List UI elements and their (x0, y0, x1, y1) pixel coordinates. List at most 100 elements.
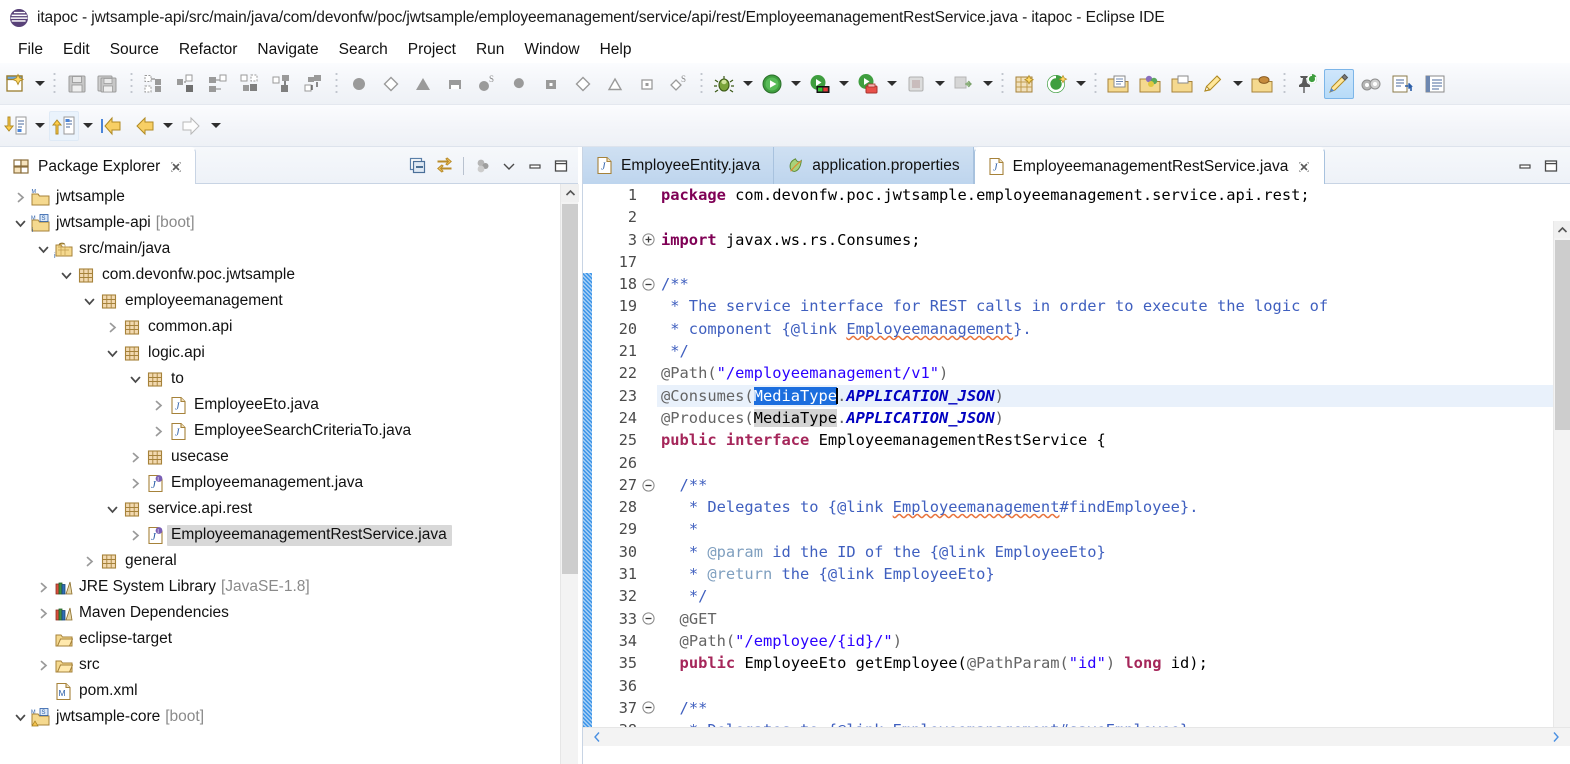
next-annotation-button[interactable] (1388, 69, 1418, 99)
chevron-up-icon[interactable] (561, 184, 579, 202)
debug-button[interactable] (709, 69, 739, 99)
fold-collapse-icon[interactable] (639, 697, 657, 719)
stop-dropdown[interactable] (932, 69, 948, 99)
chevron-right-icon[interactable] (35, 605, 51, 621)
skip-breakpoints-dropdown[interactable] (980, 69, 996, 99)
code-line[interactable]: * The service interface for REST calls i… (657, 295, 1553, 317)
tree-item-logic-api[interactable]: logic.api (0, 340, 560, 366)
minimize-icon[interactable] (522, 153, 548, 179)
forward-button[interactable] (177, 111, 207, 141)
minimize-icon[interactable] (1512, 153, 1538, 179)
editor-tab-application-properties[interactable]: application.properties (774, 147, 973, 184)
search-settings-button[interactable] (1356, 69, 1386, 99)
chevron-right-icon[interactable] (150, 423, 166, 439)
maximize-icon[interactable] (1538, 153, 1564, 179)
tree-item-maven-dependencies[interactable]: Maven Dependencies (0, 600, 560, 626)
code-line[interactable]: @Path("/employeemanagement/v1") (657, 362, 1553, 384)
menu-source[interactable]: Source (100, 39, 169, 61)
stop-button[interactable] (901, 69, 931, 99)
shape-circle-button[interactable] (344, 69, 374, 99)
menu-window[interactable]: Window (514, 39, 589, 61)
code-line[interactable]: /** (657, 273, 1553, 295)
chevron-down-icon[interactable] (12, 215, 28, 231)
shape-square-dot-button[interactable] (536, 69, 566, 99)
coverage-dropdown[interactable] (836, 69, 852, 99)
chevron-right-icon[interactable] (150, 397, 166, 413)
code-line[interactable]: */ (657, 585, 1553, 607)
back-button[interactable] (129, 111, 159, 141)
tree-item-usecase[interactable]: usecase (0, 444, 560, 470)
previous-edit-button[interactable] (1, 111, 31, 141)
tree-item-jwtsample-api[interactable]: M S ijwtsample-api[boot] (0, 210, 560, 236)
run-button[interactable] (757, 69, 787, 99)
chevron-right-icon[interactable] (35, 579, 51, 595)
focus-task-icon[interactable] (470, 153, 496, 179)
fold-collapse-icon[interactable] (639, 474, 657, 496)
save-button[interactable] (62, 69, 92, 99)
new-java-project-button[interactable] (1010, 69, 1040, 99)
chevron-down-icon[interactable] (104, 501, 120, 517)
tree-item-com-devonfw-poc-jwtsample[interactable]: com.devonfw.poc.jwtsample (0, 262, 560, 288)
outline-view-button[interactable] (1420, 69, 1450, 99)
distribute-nodes-button[interactable] (299, 69, 329, 99)
tree-item-jwtsample[interactable]: Mjwtsample (0, 184, 560, 210)
open-resource-button[interactable] (1247, 69, 1277, 99)
menu-help[interactable]: Help (590, 39, 642, 61)
open-type-button[interactable] (1103, 69, 1133, 99)
code-line[interactable]: @Consumes(MediaType.APPLICATION_JSON) (657, 385, 1553, 407)
run-server-button[interactable] (853, 69, 883, 99)
tree-item-jwtsample-core[interactable]: M S jwtsample-core[boot] (0, 704, 560, 730)
new-class-dropdown[interactable] (1073, 69, 1089, 99)
chevron-right-icon[interactable] (104, 319, 120, 335)
edit-pencil-button[interactable] (1199, 69, 1229, 99)
chevron-left-icon[interactable] (583, 728, 611, 747)
chevron-up-icon[interactable] (1554, 221, 1570, 238)
code-line[interactable]: @GET (657, 608, 1553, 630)
new-class-button[interactable] (1042, 69, 1072, 99)
fold-collapse-icon[interactable] (639, 273, 657, 295)
code-line[interactable]: * component {@link Employeemanagement}. (657, 318, 1553, 340)
code-line[interactable]: * @param id the ID of the {@link Employe… (657, 541, 1553, 563)
code-line[interactable]: import javax.ws.rs.Consumes; (657, 229, 1553, 251)
menu-edit[interactable]: Edit (53, 39, 100, 61)
menu-navigate[interactable]: Navigate (247, 39, 328, 61)
editor-tab-employeeentity-java[interactable]: JEmployeeEntity.java (583, 147, 774, 184)
chevron-right-icon[interactable] (12, 189, 28, 205)
folding-ruler[interactable] (639, 184, 657, 746)
tree-item-to[interactable]: to (0, 366, 560, 392)
shape-triangle-outline-button[interactable] (600, 69, 630, 99)
editor-horizontal-scrollbar[interactable] (583, 727, 1570, 746)
shape-diamond-s-button[interactable]: S (664, 69, 694, 99)
code-line[interactable]: @Path("/employee/{id}/") (657, 630, 1553, 652)
tree-item-jre-system-library[interactable]: JRE System Library[JavaSE-1.8] (0, 574, 560, 600)
code-text[interactable]: package com.devonfw.poc.jwtsample.employ… (657, 184, 1553, 746)
edit-pencil-dropdown[interactable] (1230, 69, 1246, 99)
maximize-icon[interactable] (548, 153, 574, 179)
shape-diamond2-button[interactable] (568, 69, 598, 99)
expand-nodes-button[interactable] (203, 69, 233, 99)
chevron-right-icon[interactable] (1542, 728, 1570, 747)
menu-refactor[interactable]: Refactor (169, 39, 248, 61)
back-dropdown[interactable] (160, 111, 176, 141)
back-to-marker-button[interactable] (97, 111, 127, 141)
editor-tab-employeemanagementrestservice-java[interactable]: JEmployeemanagementRestService.java (974, 147, 1326, 184)
run-dropdown[interactable] (788, 69, 804, 99)
chevron-down-icon[interactable] (12, 709, 28, 725)
menu-search[interactable]: Search (329, 39, 398, 61)
code-line[interactable] (657, 452, 1553, 474)
shape-diamond-button[interactable] (376, 69, 406, 99)
chevron-down-icon[interactable] (127, 371, 143, 387)
code-editor[interactable]: 1231718192021222324252627282930313233343… (583, 184, 1570, 746)
run-server-dropdown[interactable] (884, 69, 900, 99)
coverage-button[interactable] (805, 69, 835, 99)
scrollbar-thumb[interactable] (562, 204, 578, 574)
shape-square-outline-button[interactable] (632, 69, 662, 99)
align-nodes-button[interactable] (267, 69, 297, 99)
menu-run[interactable]: Run (466, 39, 514, 61)
close-icon[interactable] (1297, 160, 1311, 174)
package-explorer-tree[interactable]: Mjwtsample M S ijwtsample-api[boot] isrc… (0, 184, 560, 764)
debug-dropdown[interactable] (740, 69, 756, 99)
skip-breakpoints-button[interactable] (949, 69, 979, 99)
code-line[interactable]: public interface EmployeemanagementRestS… (657, 429, 1553, 451)
code-line[interactable]: @Produces(MediaType.APPLICATION_JSON) (657, 407, 1553, 429)
